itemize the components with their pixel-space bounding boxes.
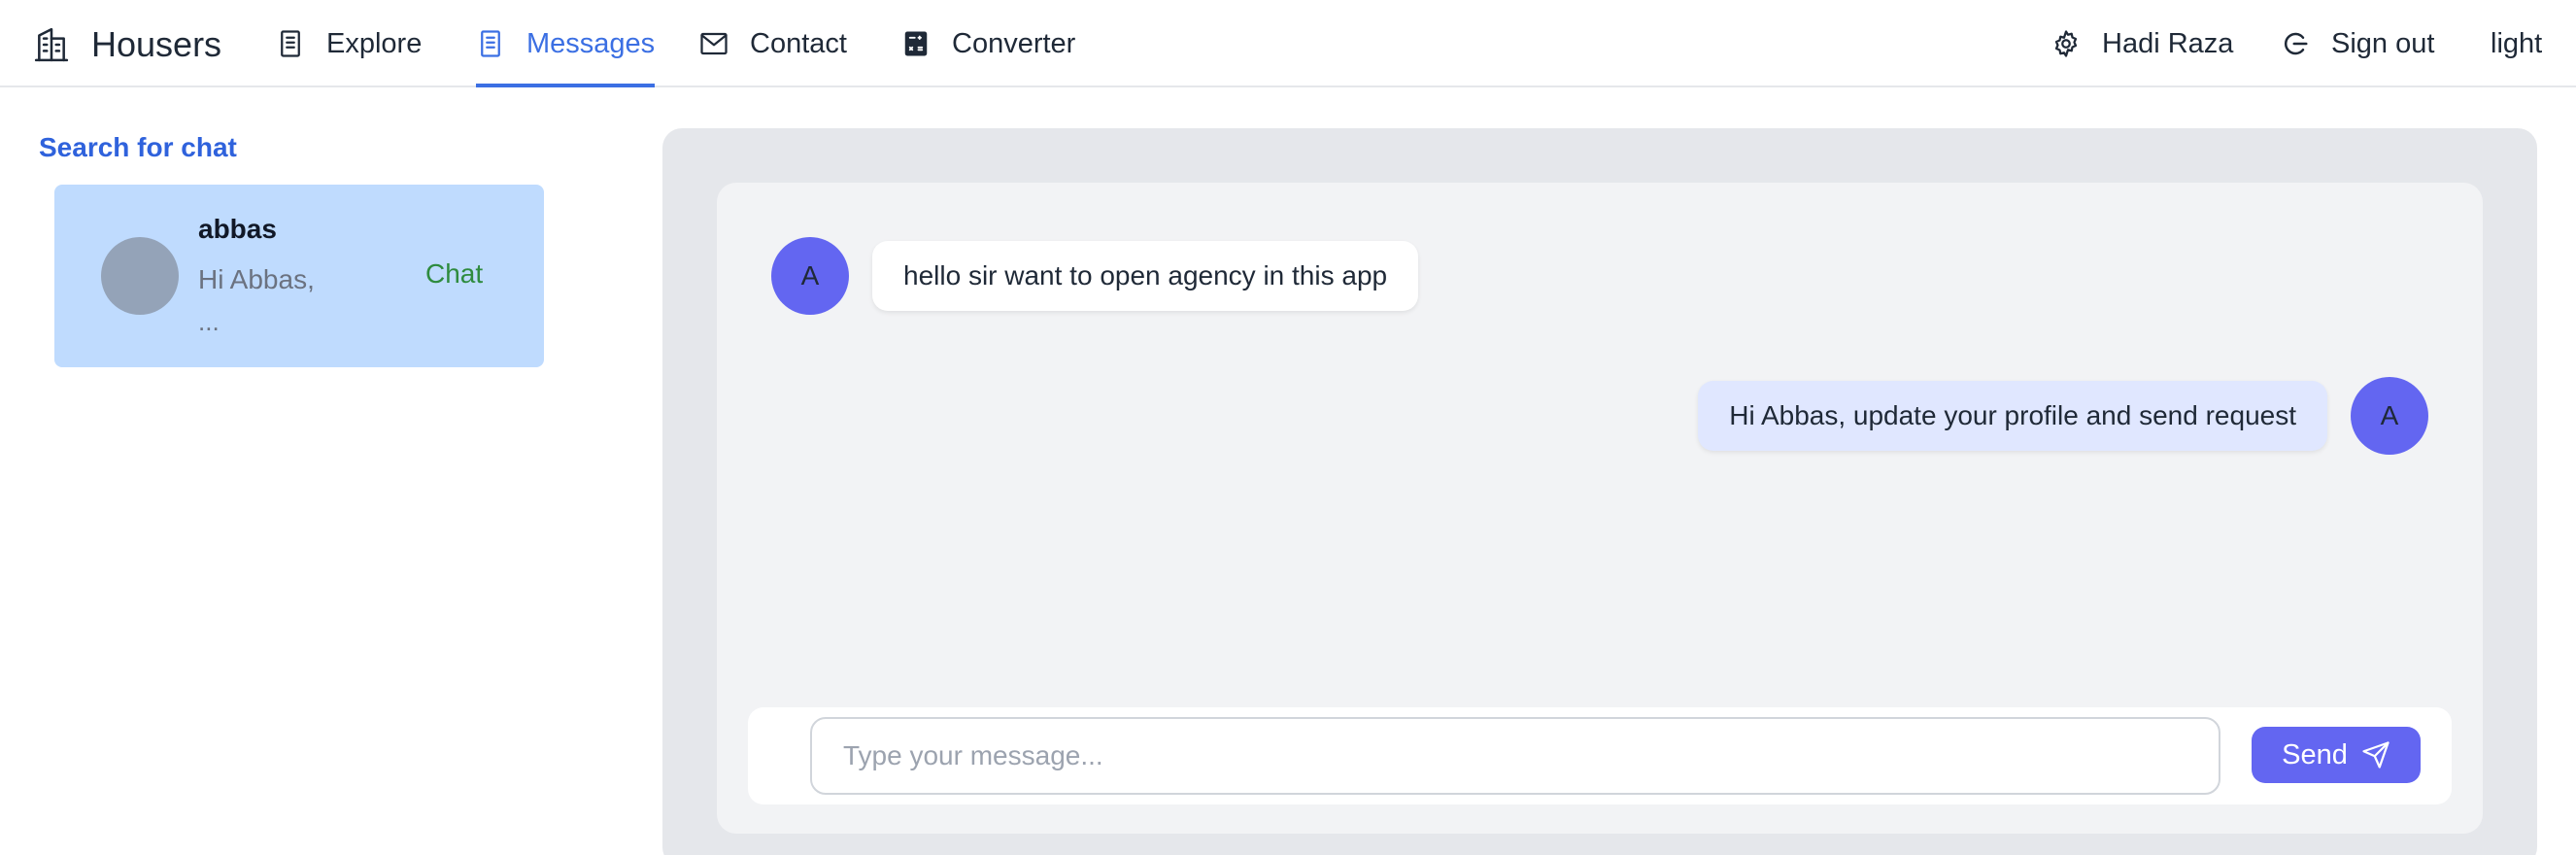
calculator-icon <box>904 31 928 56</box>
send-button-label: Send <box>2282 738 2348 770</box>
avatar: A <box>771 237 849 315</box>
chat-preview: Hi Abbas, <box>198 264 315 294</box>
building-icon <box>34 27 69 62</box>
nav-user-profile[interactable]: Hadi Raza <box>2051 0 2233 87</box>
chat-open-button[interactable]: Chat <box>425 258 483 290</box>
nav-explore[interactable]: Explore <box>276 0 422 87</box>
nav-messages-label: Messages <box>526 27 656 59</box>
avatar <box>101 237 179 315</box>
building-list-icon <box>481 30 500 57</box>
nav-messages[interactable]: Messages <box>476 0 656 87</box>
send-button[interactable]: Send <box>2252 727 2421 783</box>
chat-preview-ellipsis: ... <box>198 307 220 336</box>
sidebar-title[interactable]: Search for chat <box>39 132 237 163</box>
message-input[interactable] <box>810 717 2220 795</box>
nav-contact-label: Contact <box>750 27 847 59</box>
nav-converter[interactable]: Converter <box>901 0 1075 87</box>
gear-icon <box>2054 30 2078 57</box>
theme-toggle[interactable]: light <box>2491 0 2542 87</box>
logout-icon <box>2285 32 2308 55</box>
nav-signout[interactable]: Sign out <box>2281 0 2434 87</box>
outgoing-message-bubble: Hi Abbas, update your profile and send r… <box>1698 381 2327 451</box>
brand-name: Housers <box>91 24 222 64</box>
nav-signout-label: Sign out <box>2331 27 2435 59</box>
chat-contact-name: abbas <box>198 214 277 244</box>
paper-plane-icon <box>2362 741 2390 769</box>
nav-user-label: Hadi Raza <box>2102 27 2234 59</box>
incoming-message-bubble: hello sir want to open agency in this ap… <box>872 241 1419 311</box>
nav-explore-label: Explore <box>326 27 423 59</box>
nav-contact[interactable]: Contact <box>699 0 847 87</box>
chat-list-item[interactable]: abbas Hi Abbas, ... Chat <box>54 185 544 367</box>
brand[interactable]: Housers <box>33 17 221 72</box>
nav-converter-label: Converter <box>952 27 1076 59</box>
theme-toggle-label: light <box>2491 27 2543 59</box>
avatar: A <box>2351 377 2428 455</box>
top-navbar: Housers Explore Messages Contact Convert… <box>0 0 2576 87</box>
envelope-icon <box>700 32 728 55</box>
building-list-icon <box>281 30 300 57</box>
